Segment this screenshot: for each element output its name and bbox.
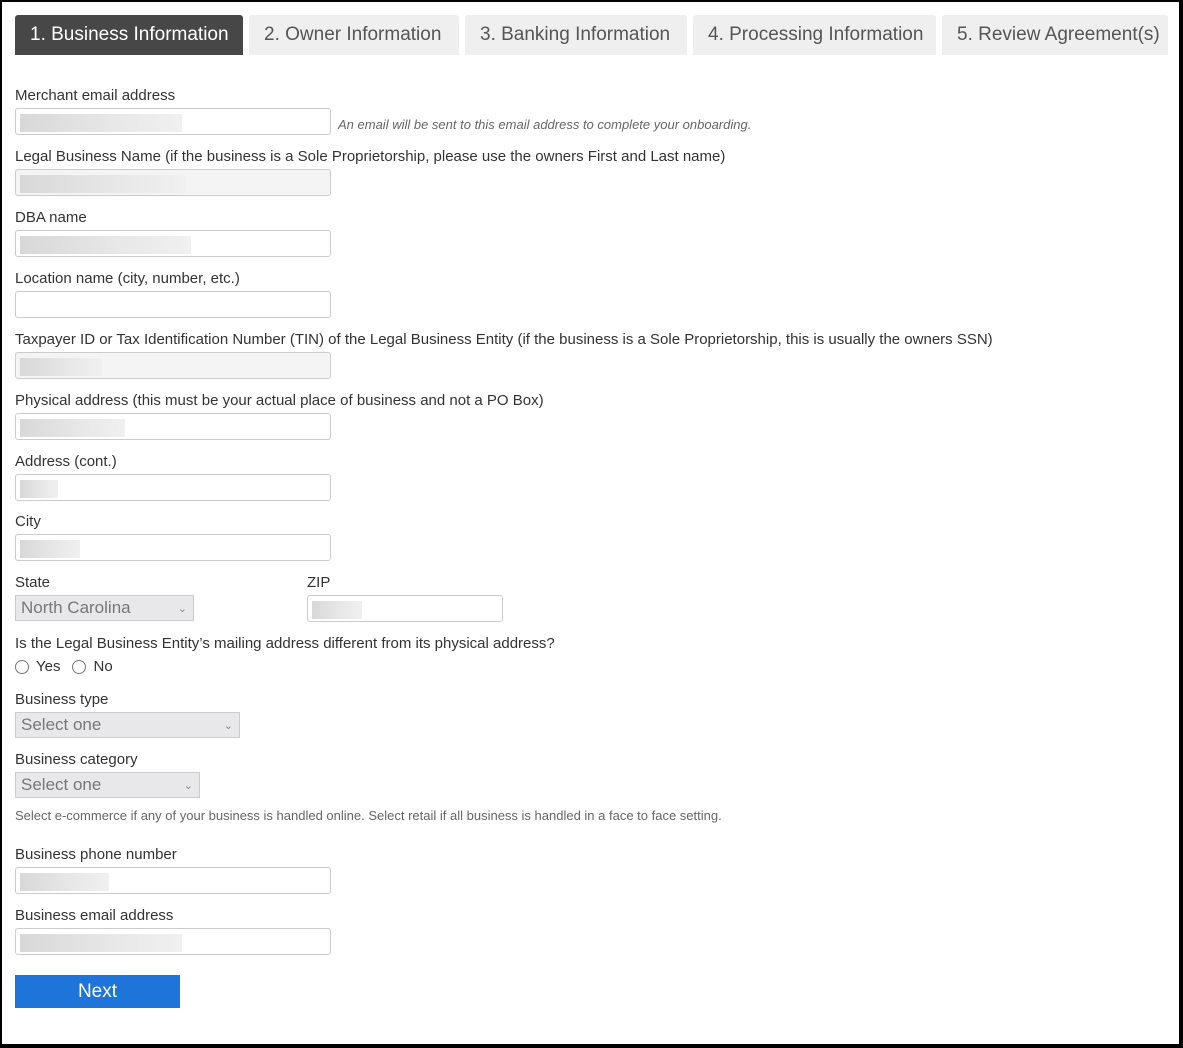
dba-name-input[interactable]: [15, 230, 331, 257]
merchant-email-hint: An email will be sent to this email addr…: [338, 117, 752, 132]
radio-yes[interactable]: Yes: [15, 658, 60, 675]
redacted-value: [20, 873, 109, 891]
business-category-selected-value: Select one: [21, 775, 102, 794]
business-phone-label: Business phone number: [15, 846, 177, 863]
business-email-input[interactable]: [15, 928, 331, 955]
chevron-down-icon: ⌄: [177, 602, 187, 615]
address-cont-input[interactable]: [15, 474, 331, 501]
zip-input[interactable]: [307, 595, 503, 622]
merchant-email-label: Merchant email address: [15, 87, 176, 104]
redacted-value: [20, 934, 182, 952]
legal-name-input[interactable]: [15, 169, 331, 196]
radio-circle-icon[interactable]: [72, 659, 87, 674]
business-type-selected-value: Select one: [21, 715, 102, 734]
radio-yes-label: Yes: [36, 658, 61, 675]
mailing-address-question-label: Is the Legal Business Entity’s mailing a…: [15, 635, 555, 652]
business-type-label: Business type: [15, 691, 109, 708]
zip-label: ZIP: [307, 574, 331, 591]
redacted-value: [20, 236, 191, 254]
dba-name-field: DBA name: [15, 209, 331, 257]
city-field: City: [15, 513, 331, 561]
redacted-value: [20, 358, 102, 376]
state-label: State: [15, 574, 51, 591]
state-field: State North Carolina ⌄: [15, 574, 194, 621]
radio-no[interactable]: No: [72, 658, 113, 675]
physical-address-input[interactable]: [15, 413, 331, 440]
merchant-email-field: Merchant email address: [15, 87, 331, 135]
chevron-down-icon: ⌄: [183, 779, 193, 792]
physical-address-field: Physical address (this must be your actu…: [15, 392, 544, 440]
redacted-value: [20, 540, 80, 558]
business-email-label: Business email address: [15, 907, 174, 924]
next-button[interactable]: Next: [15, 975, 180, 1008]
business-email-field: Business email address: [15, 907, 331, 955]
location-name-label: Location name (city, number, etc.): [15, 270, 240, 287]
business-phone-field: Business phone number: [15, 846, 331, 894]
business-type-select[interactable]: Select one ⌄: [15, 712, 240, 738]
tin-label: Taxpayer ID or Tax Identification Number…: [15, 331, 993, 348]
address-cont-field: Address (cont.): [15, 453, 331, 501]
chevron-down-icon: ⌄: [223, 719, 233, 732]
tin-input[interactable]: [15, 352, 331, 379]
state-selected-value: North Carolina: [21, 598, 131, 617]
business-category-helper: Select e-commerce if any of your busines…: [15, 808, 722, 823]
onboarding-form-page: 1. Business Information 2. Owner Informa…: [2, 2, 1179, 1044]
location-name-field: Location name (city, number, etc.): [15, 270, 331, 318]
radio-circle-icon[interactable]: [15, 659, 29, 674]
mailing-address-question: Is the Legal Business Entity’s mailing a…: [15, 635, 555, 675]
redacted-value: [20, 480, 58, 498]
tab-owner-information[interactable]: 2. Owner Information: [249, 15, 459, 55]
redacted-value: [20, 419, 125, 437]
tab-processing-information[interactable]: 4. Processing Information: [693, 15, 936, 55]
city-label: City: [15, 513, 41, 530]
step-tabs: 1. Business Information 2. Owner Informa…: [15, 15, 1168, 55]
business-category-label: Business category: [15, 751, 138, 768]
business-category-field: Business category Select one ⌄: [15, 751, 200, 798]
business-category-select[interactable]: Select one ⌄: [15, 772, 200, 798]
zip-field: ZIP: [307, 574, 503, 622]
physical-address-label: Physical address (this must be your actu…: [15, 392, 544, 409]
mailing-address-radio-group: Yes No: [15, 658, 555, 675]
state-select[interactable]: North Carolina ⌄: [15, 595, 194, 621]
tab-review-agreements[interactable]: 5. Review Agreement(s): [942, 15, 1168, 55]
legal-name-field: Legal Business Name (if the business is …: [15, 148, 725, 196]
location-name-input[interactable]: [15, 291, 331, 318]
legal-name-label: Legal Business Name (if the business is …: [15, 148, 726, 165]
redacted-value: [20, 175, 186, 193]
tab-banking-information[interactable]: 3. Banking Information: [465, 15, 687, 55]
business-phone-input[interactable]: [15, 867, 331, 894]
tin-field: Taxpayer ID or Tax Identification Number…: [15, 331, 993, 379]
radio-no-label: No: [93, 658, 113, 675]
tab-business-information[interactable]: 1. Business Information: [15, 15, 243, 55]
redacted-value: [20, 114, 182, 132]
business-type-field: Business type Select one ⌄: [15, 691, 240, 738]
address-cont-label: Address (cont.): [15, 453, 117, 470]
city-input[interactable]: [15, 534, 331, 561]
redacted-value: [312, 601, 362, 619]
dba-name-label: DBA name: [15, 209, 87, 226]
merchant-email-input[interactable]: [15, 108, 331, 135]
